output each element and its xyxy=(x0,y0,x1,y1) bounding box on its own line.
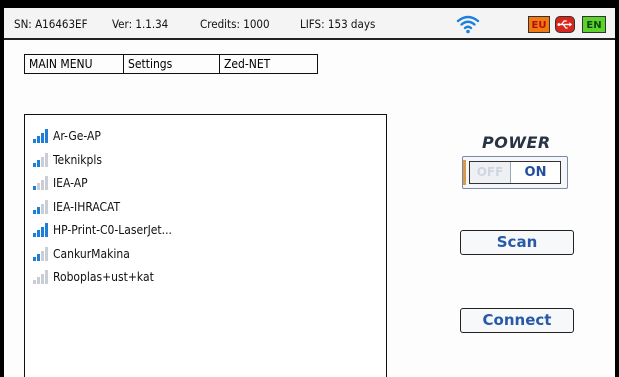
power-switch[interactable]: OFF ON xyxy=(469,161,561,184)
network-ssid: Teknikpls xyxy=(53,153,103,167)
network-item[interactable]: IEA-IHRACAT xyxy=(33,198,120,216)
signal-strength-icon xyxy=(33,129,48,143)
signal-strength-icon xyxy=(33,247,48,261)
tab-bar: MAIN MENU Settings Zed-NET xyxy=(24,54,318,74)
language-badge[interactable]: EN xyxy=(582,16,606,33)
signal-strength-icon xyxy=(33,200,48,214)
network-item[interactable]: HP-Print-C0-LaserJet... xyxy=(33,221,172,239)
network-ssid: CankurMakina xyxy=(53,247,130,261)
network-ssid: Ar-Ge-AP xyxy=(53,129,101,143)
usb-icon xyxy=(555,16,575,33)
network-ssid: IEA-AP xyxy=(53,176,88,190)
network-list[interactable]: Ar-Ge-AP Teknikpls IEA-AP IEA-IHRACAT HP… xyxy=(24,114,387,377)
credits-count: Credits: 1000 xyxy=(200,17,270,31)
signal-strength-icon xyxy=(33,153,48,167)
power-on-option[interactable]: ON xyxy=(511,162,560,183)
signal-strength-icon xyxy=(33,270,48,284)
power-label: POWER xyxy=(482,133,551,152)
network-ssid: HP-Print-C0-LaserJet... xyxy=(53,223,172,237)
network-item[interactable]: Ar-Ge-AP xyxy=(33,127,101,145)
network-item[interactable]: Roboplas+ust+kat xyxy=(33,268,154,286)
life-remaining: LIFS: 153 days xyxy=(300,17,376,31)
wifi-icon xyxy=(456,15,480,34)
scan-button[interactable]: Scan xyxy=(460,230,574,255)
region-badge: EU xyxy=(528,16,550,33)
firmware-version: Ver: 1.1.34 xyxy=(112,17,169,31)
signal-strength-icon xyxy=(33,223,48,237)
serial-number: SN: A16463EF xyxy=(14,17,88,31)
network-item[interactable]: CankurMakina xyxy=(33,245,130,263)
connect-button[interactable]: Connect xyxy=(460,308,574,333)
status-bar: SN: A16463EF Ver: 1.1.34 Credits: 1000 L… xyxy=(4,8,615,40)
network-item[interactable]: Teknikpls xyxy=(33,151,102,169)
network-ssid: IEA-IHRACAT xyxy=(53,200,121,214)
tab-zed-net[interactable]: Zed-NET xyxy=(220,55,317,73)
power-off-option[interactable]: OFF xyxy=(470,162,511,183)
tab-main-menu[interactable]: MAIN MENU xyxy=(25,55,124,73)
signal-strength-icon xyxy=(33,176,48,190)
tab-settings[interactable]: Settings xyxy=(124,55,220,73)
toggle-edge xyxy=(463,160,466,185)
network-ssid: Roboplas+ust+kat xyxy=(53,270,154,284)
network-item[interactable]: IEA-AP xyxy=(33,174,88,192)
power-toggle[interactable]: OFF ON xyxy=(462,156,568,189)
device-screen: SN: A16463EF Ver: 1.1.34 Credits: 1000 L… xyxy=(4,8,615,377)
